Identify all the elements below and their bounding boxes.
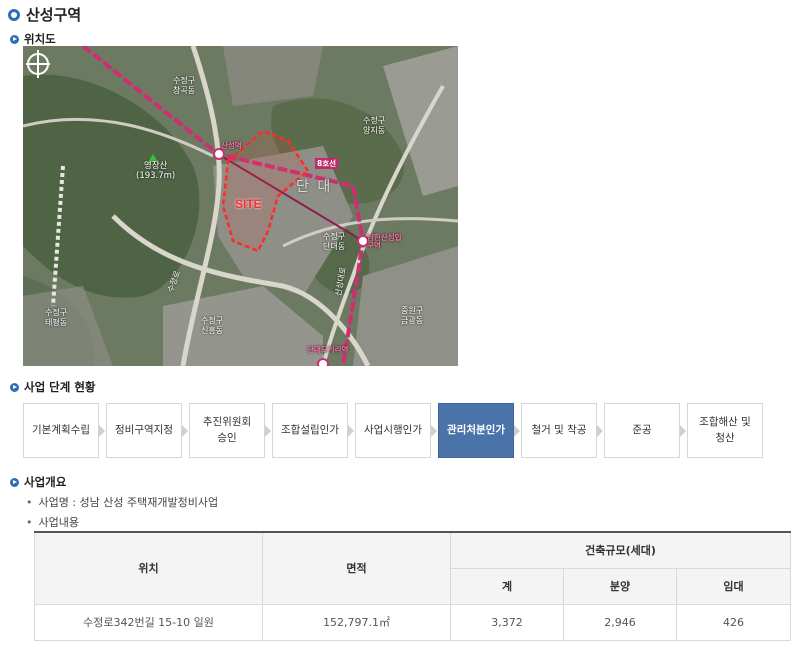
bullet-arrow-icon bbox=[10, 477, 19, 487]
overview-table: 위치 면적 건축규모(세대) 계 분양 임대 수정로342번길 15-10 일원… bbox=[34, 531, 791, 641]
step-arrow-icon bbox=[431, 403, 438, 458]
step-arrow-icon bbox=[514, 403, 521, 458]
step-item: 조합해산 및 청산 bbox=[687, 403, 763, 458]
table-row: 수정로342번길 15-10 일원 152,797.1㎡ 3,372 2,946… bbox=[34, 603, 791, 641]
header-scale: 건축규모(세대) bbox=[450, 532, 791, 569]
station-namhansanseong-label: 남한산성입구역 bbox=[367, 233, 402, 251]
header-sale: 분양 bbox=[563, 567, 677, 605]
step-item: 조합설립인가 bbox=[272, 403, 348, 458]
cell-sale: 2,946 bbox=[563, 603, 677, 641]
dong-geumgwang-label: 중원구 금광동 bbox=[401, 306, 424, 325]
header-total: 계 bbox=[450, 567, 564, 605]
dong-taepyeong-label: 수정구 태평동 bbox=[45, 308, 68, 327]
step-item: 기본계획수립 bbox=[23, 403, 99, 458]
header-rent: 임대 bbox=[676, 567, 791, 605]
bullet-arrow-icon bbox=[10, 34, 19, 44]
header-area: 면적 bbox=[262, 532, 451, 605]
dong-changgok-label: 수정구 창곡동 bbox=[173, 76, 196, 95]
step-arrow-icon bbox=[99, 403, 106, 458]
section-steps: 사업 단계 현황 bbox=[10, 379, 96, 395]
district-label: 단 대 bbox=[296, 179, 333, 195]
section-overview-label: 사업개요 bbox=[24, 475, 67, 489]
section-overview: 사업개요 bbox=[10, 474, 66, 490]
project-content: 사업내용 bbox=[26, 514, 79, 530]
section-steps-label: 사업 단계 현황 bbox=[24, 380, 96, 394]
bullet-arrow-icon bbox=[10, 382, 19, 392]
dong-yangji-label: 수정구 양지동 bbox=[363, 116, 386, 135]
step-arrow-icon bbox=[680, 403, 687, 458]
location-map: SITE 영장산 (193.7m) 산성역 남한산성입구역 단대오거리역 8호선… bbox=[23, 46, 458, 366]
step-item: 철거 및 착공 bbox=[521, 403, 597, 458]
section-location-label: 위치도 bbox=[24, 32, 56, 46]
site-label: SITE bbox=[235, 197, 262, 211]
mountain-label: 영장산 (193.7m) bbox=[136, 161, 175, 181]
circle-icon bbox=[8, 8, 20, 21]
step-arrow-icon bbox=[348, 403, 355, 458]
step-arrow-icon bbox=[182, 403, 189, 458]
step-item: 준공 bbox=[604, 403, 680, 458]
step-arrow-icon bbox=[597, 403, 604, 458]
step-item: 사업시행인가 bbox=[355, 403, 431, 458]
project-name: 사업명 : 성남 산성 주택재개발정비사업 bbox=[26, 494, 219, 510]
page-title: 산성구역 bbox=[8, 4, 81, 25]
cell-total: 3,372 bbox=[450, 603, 564, 641]
project-steps: 기본계획수립 정비구역지정 추진위원회 승인 조합설립인가 사업시행인가 관리처분인가 철거… bbox=[23, 403, 763, 458]
step-item: 정비구역지정 bbox=[106, 403, 182, 458]
page-title-text: 산성구역 bbox=[26, 6, 82, 24]
step-item: 추진위원회 승인 bbox=[189, 403, 265, 458]
cell-rent: 426 bbox=[676, 603, 791, 641]
mountain-name: 영장산 bbox=[143, 161, 168, 171]
section-location: 위치도 bbox=[10, 31, 56, 47]
step-arrow-icon bbox=[265, 403, 272, 458]
station-dandae-label: 단대오거리역 bbox=[307, 345, 349, 354]
dong-sinheung-label: 수정구 신흥동 bbox=[201, 316, 224, 335]
cell-location: 수정로342번길 15-10 일원 bbox=[34, 603, 263, 641]
line-8-label: 8호선 bbox=[315, 158, 339, 169]
cell-area: 152,797.1㎡ bbox=[262, 603, 451, 641]
station-sanseong-label: 산성역 bbox=[221, 141, 242, 150]
step-item: 관리처분인가 bbox=[438, 403, 514, 458]
dong-dandae-label: 수정구 단대동 bbox=[323, 232, 346, 251]
header-location: 위치 bbox=[34, 532, 263, 605]
mountain-height: (193.7m) bbox=[136, 171, 176, 182]
